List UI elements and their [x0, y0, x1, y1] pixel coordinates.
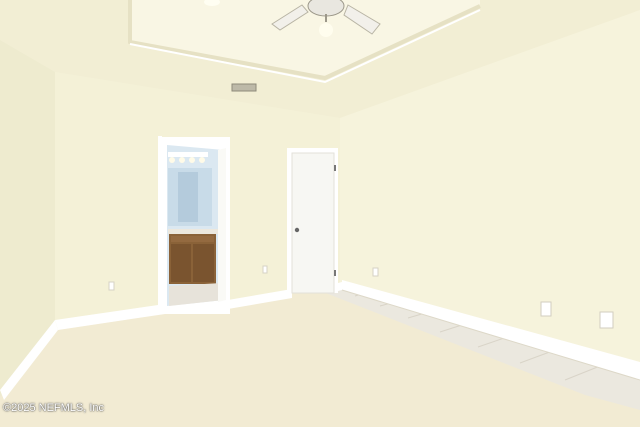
outlet — [108, 281, 115, 291]
watermark: ©2025 NEFMLS, Inc — [3, 402, 105, 414]
ceiling-vent — [231, 83, 257, 92]
outlet — [372, 267, 379, 277]
room-illustration — [0, 0, 640, 427]
outlet — [599, 311, 614, 329]
bathroom-doorway — [158, 136, 230, 314]
outlet — [540, 301, 552, 317]
closet-door — [287, 148, 338, 294]
room-photo: ©2025 NEFMLS, Inc — [0, 0, 640, 427]
outlet — [262, 265, 268, 274]
